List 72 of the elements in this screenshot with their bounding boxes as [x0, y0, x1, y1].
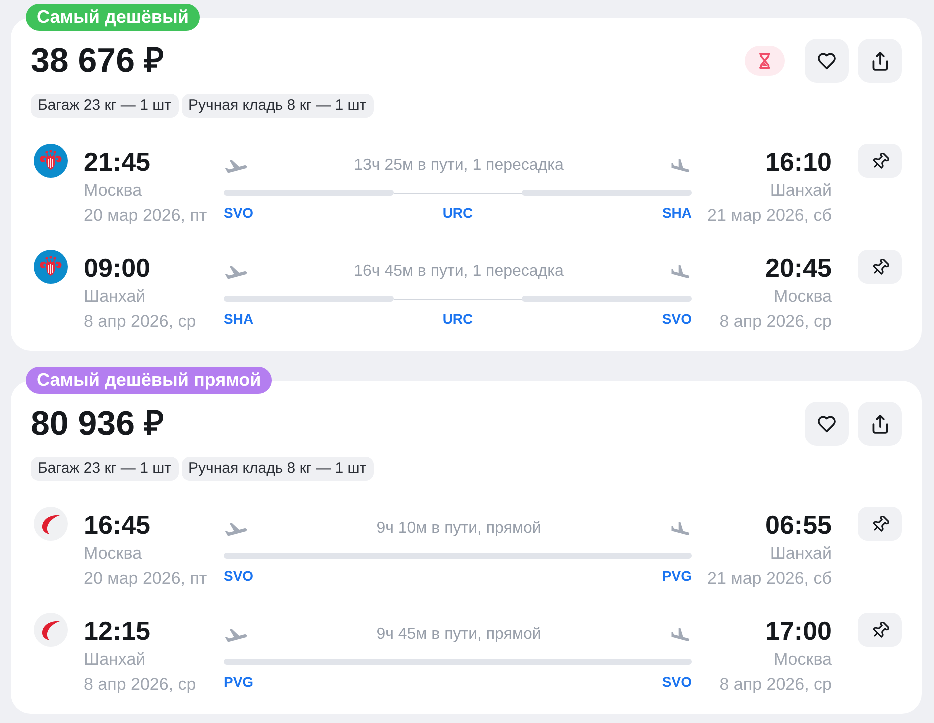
crescent-logo-icon	[34, 613, 68, 647]
pin-icon	[872, 622, 888, 638]
baggage-tag: Ручная кладь 8 кг — 1 шт	[182, 94, 374, 118]
favorite-button[interactable]	[805, 402, 849, 446]
arrival-date: 8 апр 2026, ср	[720, 674, 832, 696]
plane-takeoff-icon	[224, 160, 248, 172]
arrival-time: 17:00	[766, 615, 832, 647]
departure-city: Москва	[84, 180, 144, 202]
arrival-date: 8 апр 2026, ср	[720, 311, 832, 333]
pin-button[interactable]	[858, 507, 902, 541]
arrival-city: Москва	[774, 286, 832, 308]
airport-code: PVG	[224, 673, 254, 692]
airport-code: SVO	[224, 204, 254, 223]
plane-takeoff-icon	[224, 266, 248, 278]
baggage-tag: Ручная кладь 8 кг — 1 шт	[182, 457, 374, 481]
share-icon	[872, 52, 888, 70]
arrival-time: 20:45	[766, 252, 832, 284]
plane-takeoff-icon	[224, 628, 248, 642]
plane-landing-icon	[670, 522, 692, 536]
share-icon	[872, 414, 888, 434]
plane-takeoff-icon	[224, 522, 248, 536]
departure-time: 16:45	[84, 509, 152, 541]
baggage-tag: Багаж 23 кг — 1 шт	[31, 94, 179, 118]
flight-duration: 9ч 10м в пути, прямой	[376, 520, 542, 538]
pin-button[interactable]	[858, 144, 902, 178]
pin-icon	[872, 516, 888, 532]
airport-code: SHA	[224, 310, 254, 329]
pin-button[interactable]	[858, 250, 902, 284]
offer-badge: Самый дешёвый прямой	[26, 367, 272, 394]
arrival-city: Шанхай	[770, 543, 832, 565]
airport-code: URC	[442, 204, 474, 223]
price: 38 676 ₽	[31, 41, 164, 82]
airport-code: PVG	[662, 567, 692, 586]
pin-button[interactable]	[858, 613, 902, 647]
pin-icon	[872, 258, 888, 276]
flight-duration: 16ч 45м в пути, 1 пересадка	[354, 263, 564, 281]
arrival-city: Шанхай	[770, 180, 832, 202]
departure-date: 8 апр 2026, ср	[84, 311, 198, 333]
arrival-date: 21 мар 2026, сб	[708, 205, 832, 227]
offer-badge: Самый дешёвый	[26, 4, 200, 31]
airport-code: SVO	[224, 567, 254, 586]
price: 80 936 ₽	[31, 404, 164, 445]
departure-city: Шанхай	[84, 649, 147, 671]
baggage-tag: Багаж 23 кг — 1 шт	[31, 457, 179, 481]
arrival-date: 21 мар 2026, сб	[708, 568, 832, 590]
flower-logo-icon	[34, 144, 68, 178]
departure-time: 12:15	[84, 615, 152, 647]
flower-logo-icon	[34, 250, 68, 284]
airport-code: SVO	[662, 673, 692, 692]
arrival-time: 16:10	[766, 146, 832, 178]
departure-city: Москва	[84, 543, 144, 565]
plane-landing-icon	[670, 159, 692, 173]
airport-code: SHA	[662, 204, 692, 223]
plane-landing-icon	[670, 628, 692, 642]
airport-code: URC	[442, 310, 474, 329]
flight-duration: 13ч 25м в пути, 1 пересадка	[354, 157, 564, 175]
favorite-button[interactable]	[805, 39, 849, 83]
arrival-city: Москва	[774, 649, 832, 671]
departure-time: 21:45	[84, 146, 152, 178]
flight-duration: 9ч 45м в пути, прямой	[376, 626, 542, 644]
arrival-time: 06:55	[766, 509, 832, 541]
departure-date: 20 мар 2026, пт	[84, 205, 208, 227]
crescent-logo-icon	[34, 507, 68, 541]
pin-icon	[872, 152, 888, 170]
departure-date: 20 мар 2026, пт	[84, 568, 208, 590]
airport-code: SVO	[662, 310, 692, 329]
share-button[interactable]	[858, 39, 902, 83]
departure-time: 09:00	[84, 252, 152, 284]
plane-landing-icon	[670, 265, 692, 279]
departure-city: Шанхай	[84, 286, 147, 308]
departure-date: 8 апр 2026, ср	[84, 674, 198, 696]
share-button[interactable]	[858, 402, 902, 446]
